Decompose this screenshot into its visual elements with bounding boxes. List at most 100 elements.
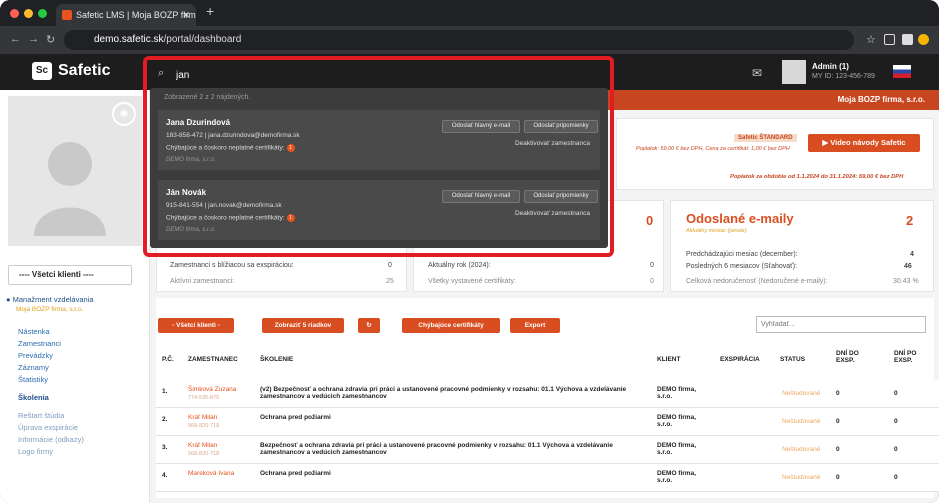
language-flag-icon[interactable] <box>893 65 911 78</box>
sidebar-item-nastenka[interactable]: Nástenka <box>18 326 84 338</box>
cell-training: Ochrana pred požiarmi <box>260 414 331 421</box>
sidepanel-icon[interactable] <box>902 34 913 45</box>
sidebar-nav: Nástenka Zamestnanci Prevádzky Záznamy Š… <box>18 326 84 458</box>
camera-icon[interactable]: ◉ <box>112 102 136 126</box>
maximize-window-icon[interactable] <box>38 9 47 18</box>
sidebar-item-prevadzky[interactable]: Prevádzky <box>18 350 84 362</box>
cell-employee: Šimková Zuzana <box>188 386 237 393</box>
sidebar-item-info[interactable]: Informácie (odkazy) <box>18 434 84 446</box>
new-tab-icon[interactable]: + <box>206 3 214 19</box>
extensions-icon[interactable] <box>884 34 895 45</box>
highlight-frame <box>143 56 614 257</box>
sidebar-item-uprava[interactable]: Úprava exspirácie <box>18 422 84 434</box>
cell-phone: 774-535-875 <box>188 395 220 401</box>
sidebar-item-statistiky[interactable]: Štatistiky <box>18 374 84 386</box>
col-header-client[interactable]: KLIENT <box>657 356 680 363</box>
col-header-days-after[interactable]: DNÍ PO EXSP. <box>894 350 924 364</box>
emails-count: 2 <box>906 213 914 228</box>
clients-filter[interactable]: - Všetci klienti - <box>158 318 234 333</box>
profile-photo: ◉ <box>8 96 142 246</box>
cell-employee: Mareková Ivana <box>188 470 235 477</box>
stat-value: 0 <box>388 262 392 269</box>
cell-employee: Kráľ Milan <box>188 414 218 421</box>
video-guides-label: Video návody Safetic <box>830 138 906 147</box>
sidebar: ◉ ---- Všetci klienti ---- ● Manažment v… <box>0 90 150 503</box>
package-badge: Safetic ŠTANDARD <box>734 134 797 142</box>
close-tab-icon[interactable]: ✕ <box>182 4 190 26</box>
address-bar-row: ← → ↻ demo.safetic.sk/portal/dashboard ☆ <box>0 26 939 54</box>
admin-id: MY ID: 123-456-789 <box>812 73 875 80</box>
close-window-icon[interactable] <box>10 9 19 18</box>
stat-label: Posledných 6 mesiacov (Sťahovať): <box>686 263 798 270</box>
cell-days-after: 0 <box>894 390 898 397</box>
stat-value: 25 <box>386 278 394 285</box>
col-header-employee[interactable]: ZAMESTNANEC <box>188 356 238 363</box>
export-button[interactable]: Export <box>510 318 560 333</box>
reload-icon[interactable]: ↻ <box>46 33 55 46</box>
stat-label: Celková nedoručenosť (Nedoručené e-maily… <box>686 278 828 285</box>
minimize-window-icon[interactable] <box>24 9 33 18</box>
table-row[interactable]: 1. Šimková Zuzana 774-535-875 (v2) Bezpečno… <box>156 380 939 408</box>
stat-value: 4 <box>910 251 914 258</box>
emails-sub: Aktuálny mesiac (január) <box>686 228 747 234</box>
sidebar-item-skolenia[interactable]: Školenia <box>18 392 84 404</box>
col-header-training[interactable]: ŠKOLENIE <box>260 356 293 363</box>
admin-name[interactable]: Admin (1) <box>812 62 849 71</box>
sidebar-item-zaznamy[interactable]: Záznamy <box>18 362 84 374</box>
cell-phone: 568-820-718 <box>188 423 220 429</box>
mgmt-sub: Moja BOZP firma, s.r.o. <box>16 306 84 313</box>
cell-num: 3. <box>162 444 168 451</box>
sidebar-item-logo[interactable]: Logo firmy <box>18 446 84 458</box>
table-row[interactable]: 4. Mareková Ivana Ochrana pred požiarmi DEM… <box>156 464 939 492</box>
col-header-days-to[interactable]: DNÍ DO EXSP. <box>836 350 866 364</box>
table-search-input[interactable] <box>756 316 926 333</box>
table-row[interactable]: 3. Kráľ Milan 568-820-718 Bezpečnosť a ochr… <box>156 436 939 464</box>
browser-tab[interactable]: Safetic LMS | Moja BOZP firm ✕ <box>56 4 196 26</box>
cell-days-after: 0 <box>894 418 898 425</box>
url-field[interactable]: demo.safetic.sk/portal/dashboard <box>64 30 854 50</box>
cell-status: Neštudované <box>782 446 821 453</box>
stat-label: Aktívni zamestnanci: <box>170 278 235 285</box>
period-line: Poplatok za obdobie od 1.1.2024 do 31.1.… <box>730 174 904 180</box>
back-icon[interactable]: ← <box>10 33 21 45</box>
cell-training: (v2) Bezpečnosť a ochrana zdravia pri pr… <box>260 386 627 400</box>
cell-days-after: 0 <box>894 474 898 481</box>
stat-value: 30.43 % <box>893 278 919 285</box>
rows-filter[interactable]: Zobraziť 5 riadkov <box>262 318 344 333</box>
sidebar-item-restart[interactable]: Reštart štúdia <box>18 410 84 422</box>
refresh-icon[interactable]: ↻ <box>358 318 380 333</box>
cell-training: Bezpečnosť a ochrana zdravia pri práci a… <box>260 442 613 456</box>
stat-value: 0 <box>650 262 654 269</box>
cell-days-after: 0 <box>894 446 898 453</box>
browser-window: Safetic LMS | Moja BOZP firm ✕ + ← → ↻ d… <box>0 0 939 503</box>
cell-client: DEMO firma, s.r.o. <box>657 442 697 456</box>
missing-certs-filter[interactable]: Chýbajúce certifikáty <box>402 318 500 333</box>
stat-label: Predchádzajúci mesiac (december): <box>686 251 798 258</box>
bookmark-star-icon[interactable]: ☆ <box>866 33 876 46</box>
mgmt-section[interactable]: ● Manažment vzdelávania Moja BOZP firma,… <box>6 295 94 315</box>
cell-num: 1. <box>162 388 168 395</box>
col-header-num[interactable]: P.Č. <box>162 356 174 363</box>
safetic-logo[interactable]: Sc Safetic <box>32 62 110 80</box>
table-row[interactable]: 2. Kráľ Milan 568-820-718 Ochrana pred poži… <box>156 408 939 436</box>
profile-icon[interactable] <box>918 34 929 45</box>
col-header-expiration[interactable]: EXSPIRÁCIA <box>720 356 760 363</box>
cell-days-to: 0 <box>836 474 840 481</box>
stat-label: Zamestnanci s blížiacou sa exspiráciou: <box>170 262 294 269</box>
col-header-status[interactable]: STATUS <box>780 356 805 363</box>
avatar[interactable] <box>782 60 806 84</box>
emails-title: Odoslané e-maily <box>686 211 794 226</box>
forward-icon[interactable]: → <box>28 33 39 45</box>
cell-phone: 568-820-718 <box>188 451 220 457</box>
video-guides-button[interactable]: ▶ Video návody Safetic <box>808 134 920 152</box>
sidebar-item-zamestnanci[interactable]: Zamestnanci <box>18 338 84 350</box>
cell-status: Neštudované <box>782 474 821 481</box>
cell-client: DEMO firma, s.r.o. <box>657 414 697 428</box>
logo-mark-icon: Sc <box>32 62 52 80</box>
client-select[interactable]: ---- Všetci klienti ---- <box>8 265 132 285</box>
stat-value: 46 <box>904 263 912 270</box>
cell-days-to: 0 <box>836 390 840 397</box>
mail-icon[interactable]: ✉ <box>752 66 762 80</box>
cell-client: DEMO firma, s.r.o. <box>657 470 697 484</box>
favicon-icon <box>62 10 72 20</box>
